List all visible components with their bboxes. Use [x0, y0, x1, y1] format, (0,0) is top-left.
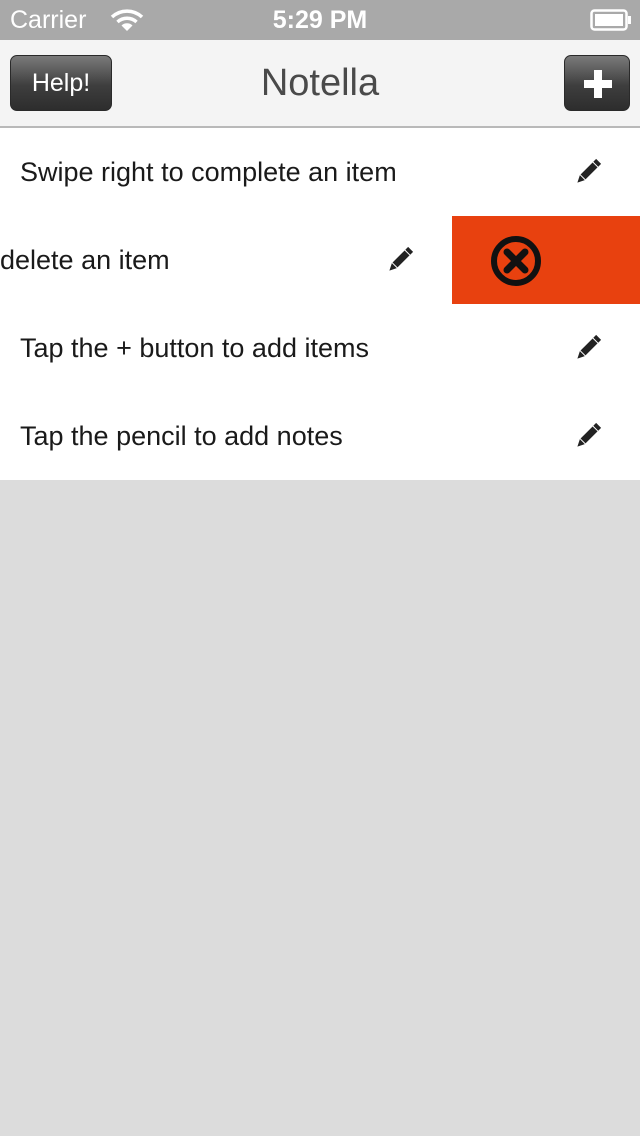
list-item[interactable]: Tap the pencil to add notes [0, 392, 640, 480]
list-item-swiped[interactable]: delete an item [0, 216, 640, 304]
delete-item-button[interactable] [452, 216, 640, 304]
battery-icon [590, 9, 631, 31]
list-item-label: Tap the + button to add items [20, 333, 369, 363]
status-bar: Carrier 5:29 PM [0, 0, 640, 40]
item-list: Swipe right to complete an item delete a… [0, 128, 640, 480]
pencil-icon[interactable] [574, 334, 602, 362]
pencil-icon[interactable] [574, 422, 602, 450]
list-item-label: delete an item [0, 245, 170, 275]
pencil-icon[interactable] [386, 246, 414, 274]
navigation-bar: Notella Help! [0, 40, 640, 128]
plus-icon [584, 70, 612, 98]
help-button[interactable]: Help! [10, 55, 112, 111]
pencil-icon[interactable] [574, 158, 602, 186]
list-item-label: Tap the pencil to add notes [20, 421, 343, 451]
list-item-label: Swipe right to complete an item [20, 157, 397, 187]
list-item[interactable]: Swipe right to complete an item [0, 128, 640, 216]
status-time: 5:29 PM [272, 6, 368, 34]
empty-background [0, 480, 640, 1136]
list-item[interactable]: Tap the + button to add items [0, 304, 640, 392]
x-circle-icon [491, 236, 541, 286]
add-item-button[interactable] [564, 55, 630, 111]
